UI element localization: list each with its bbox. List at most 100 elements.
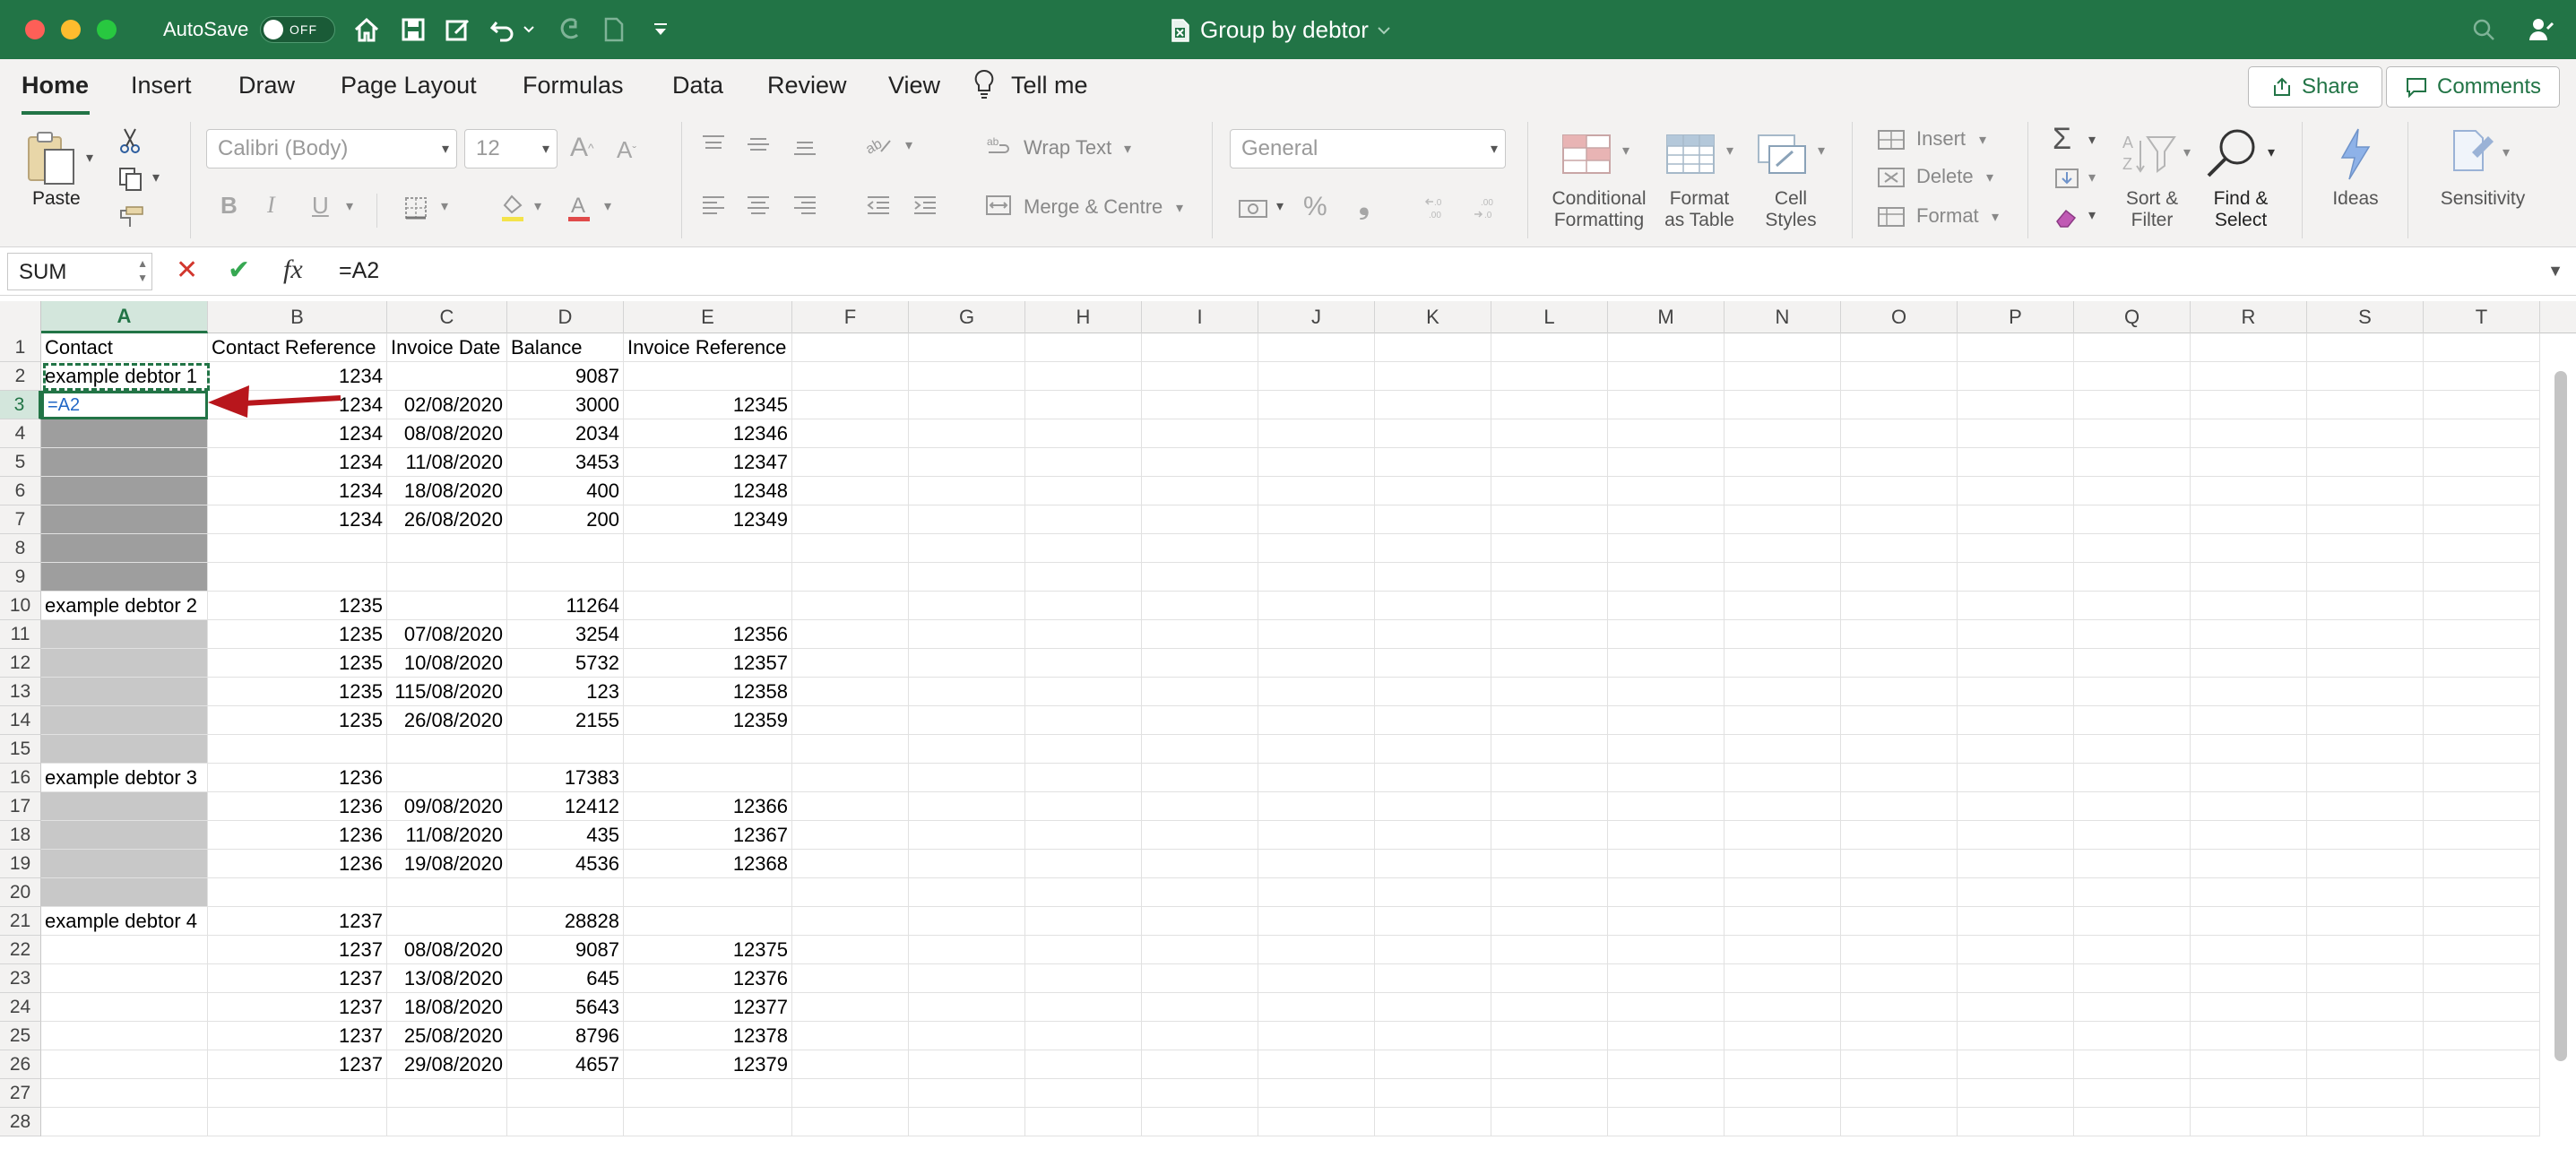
cell-c10[interactable] <box>387 592 507 620</box>
column-header-q[interactable]: Q <box>2074 301 2191 333</box>
cell-j21[interactable] <box>1258 907 1375 936</box>
cell-b10[interactable]: 1235 <box>208 592 387 620</box>
cell-t25[interactable] <box>2424 1022 2540 1050</box>
cell-m3[interactable] <box>1608 391 1725 419</box>
cell-k15[interactable] <box>1375 735 1491 764</box>
cell-f11[interactable] <box>792 620 909 649</box>
cell-j18[interactable] <box>1258 821 1375 850</box>
cell-c16[interactable] <box>387 764 507 792</box>
cell-j2[interactable] <box>1258 362 1375 391</box>
clear-icon[interactable] <box>2051 203 2083 231</box>
format-as-table-dropdown-icon[interactable]: ▾ <box>1726 142 1733 160</box>
align-middle-icon[interactable] <box>742 131 774 158</box>
cell-b6[interactable]: 1234 <box>208 477 387 505</box>
row-header-13[interactable]: 13 <box>0 678 41 706</box>
cell-o14[interactable] <box>1841 706 1958 735</box>
cell-i23[interactable] <box>1142 964 1258 993</box>
cell-l3[interactable] <box>1491 391 1608 419</box>
cell-j20[interactable] <box>1258 878 1375 907</box>
cell-k10[interactable] <box>1375 592 1491 620</box>
row-header-6[interactable]: 6 <box>0 477 41 505</box>
cell-m23[interactable] <box>1608 964 1725 993</box>
paste-dropdown-icon[interactable]: ▾ <box>86 149 93 167</box>
cell-g9[interactable] <box>909 563 1025 592</box>
cell-l7[interactable] <box>1491 505 1608 534</box>
cell-k27[interactable] <box>1375 1079 1491 1108</box>
cell-f24[interactable] <box>792 993 909 1022</box>
cell-h6[interactable] <box>1025 477 1142 505</box>
cell-f13[interactable] <box>792 678 909 706</box>
cell-k16[interactable] <box>1375 764 1491 792</box>
cell-i8[interactable] <box>1142 534 1258 563</box>
cell-b12[interactable]: 1235 <box>208 649 387 678</box>
cell-n21[interactable] <box>1725 907 1841 936</box>
active-cell-a3[interactable]: =A2 <box>41 391 208 419</box>
cell-h9[interactable] <box>1025 563 1142 592</box>
cell-f12[interactable] <box>792 649 909 678</box>
cell-c8[interactable] <box>387 534 507 563</box>
redo-icon[interactable] <box>554 14 584 45</box>
cell-t24[interactable] <box>2424 993 2540 1022</box>
cell-p1[interactable] <box>1958 333 2074 362</box>
cell-f10[interactable] <box>792 592 909 620</box>
cell-a7[interactable] <box>41 505 208 534</box>
cell-c6[interactable]: 18/08/2020 <box>387 477 507 505</box>
cell-p20[interactable] <box>1958 878 2074 907</box>
cell-g21[interactable] <box>909 907 1025 936</box>
cell-d2[interactable]: 9087 <box>507 362 624 391</box>
cell-g18[interactable] <box>909 821 1025 850</box>
cell-t8[interactable] <box>2424 534 2540 563</box>
cell-e27[interactable] <box>624 1079 792 1108</box>
cell-r22[interactable] <box>2191 936 2307 964</box>
align-left-icon[interactable] <box>697 192 730 219</box>
cell-f16[interactable] <box>792 764 909 792</box>
cell-q27[interactable] <box>2074 1079 2191 1108</box>
cell-o20[interactable] <box>1841 878 1958 907</box>
cell-m17[interactable] <box>1608 792 1725 821</box>
cell-d3[interactable]: 3000 <box>507 391 624 419</box>
cell-c13[interactable]: 115/08/2020 <box>387 678 507 706</box>
cell-p13[interactable] <box>1958 678 2074 706</box>
cell-d12[interactable]: 5732 <box>507 649 624 678</box>
comments-button[interactable]: Comments <box>2386 66 2560 108</box>
cell-b21[interactable]: 1237 <box>208 907 387 936</box>
row-header-19[interactable]: 19 <box>0 850 41 878</box>
cell-k21[interactable] <box>1375 907 1491 936</box>
cell-n27[interactable] <box>1725 1079 1841 1108</box>
cell-a14[interactable] <box>41 706 208 735</box>
cell-t18[interactable] <box>2424 821 2540 850</box>
cell-g17[interactable] <box>909 792 1025 821</box>
cell-r13[interactable] <box>2191 678 2307 706</box>
cell-t27[interactable] <box>2424 1079 2540 1108</box>
cell-a22[interactable] <box>41 936 208 964</box>
cell-s12[interactable] <box>2307 649 2424 678</box>
cell-h26[interactable] <box>1025 1050 1142 1079</box>
cell-o3[interactable] <box>1841 391 1958 419</box>
cell-e24[interactable]: 12377 <box>624 993 792 1022</box>
cell-c21[interactable] <box>387 907 507 936</box>
cell-o17[interactable] <box>1841 792 1958 821</box>
cell-f22[interactable] <box>792 936 909 964</box>
cell-q21[interactable] <box>2074 907 2191 936</box>
cell-e22[interactable]: 12375 <box>624 936 792 964</box>
cell-s16[interactable] <box>2307 764 2424 792</box>
italic-button[interactable]: I <box>267 192 275 219</box>
cell-b15[interactable] <box>208 735 387 764</box>
cell-m25[interactable] <box>1608 1022 1725 1050</box>
cell-m10[interactable] <box>1608 592 1725 620</box>
cell-d13[interactable]: 123 <box>507 678 624 706</box>
cell-d17[interactable]: 12412 <box>507 792 624 821</box>
cell-n12[interactable] <box>1725 649 1841 678</box>
find-select-dropdown-icon[interactable]: ▾ <box>2268 143 2275 161</box>
cell-o4[interactable] <box>1841 419 1958 448</box>
cell-b26[interactable]: 1237 <box>208 1050 387 1079</box>
cell-f6[interactable] <box>792 477 909 505</box>
cell-p10[interactable] <box>1958 592 2074 620</box>
font-name-select[interactable]: Calibri (Body) ▾ <box>206 129 457 168</box>
decrease-indent-icon[interactable] <box>862 192 895 219</box>
cell-d20[interactable] <box>507 878 624 907</box>
cell-a20[interactable] <box>41 878 208 907</box>
conditional-formatting-dropdown-icon[interactable]: ▾ <box>1622 142 1629 160</box>
cell-i10[interactable] <box>1142 592 1258 620</box>
row-header-23[interactable]: 23 <box>0 964 41 993</box>
